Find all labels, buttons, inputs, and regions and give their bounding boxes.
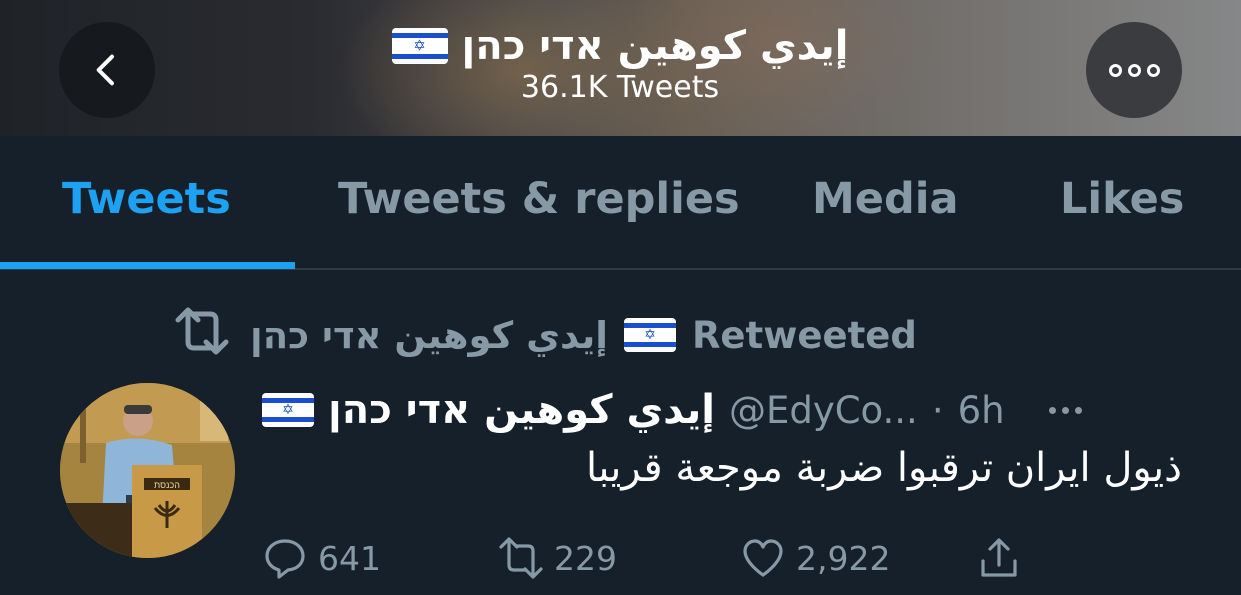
retweeted-label: Retweeted bbox=[691, 313, 917, 357]
retweet-icon bbox=[499, 537, 543, 579]
reply-button[interactable]: 641 bbox=[262, 530, 381, 586]
tweet-author-line: ✡ إيدي كوهين אדי כהן @EdyCo... · 6h bbox=[262, 378, 1182, 442]
tab-media[interactable]: Media bbox=[812, 174, 959, 230]
tab-tweets-and-replies[interactable]: Tweets & replies bbox=[338, 174, 740, 230]
share-button[interactable] bbox=[976, 530, 1022, 586]
tweet-more-icon[interactable] bbox=[1048, 406, 1082, 414]
israel-flag-icon: ✡ bbox=[623, 318, 676, 352]
like-count: 2,922 bbox=[796, 538, 891, 578]
reply-icon bbox=[265, 539, 305, 579]
back-button[interactable] bbox=[59, 22, 155, 118]
retweet-icon bbox=[170, 306, 234, 365]
profile-header: ✡ إيدي كوهين אדי כהן 36.1K Tweets bbox=[0, 0, 1241, 136]
heart-icon bbox=[743, 539, 783, 577]
israel-flag-icon: ✡ bbox=[262, 393, 314, 427]
avatar-sign-text: הכנסת bbox=[154, 480, 180, 490]
profile-name: إيدي كوهين אדי כהן bbox=[461, 23, 849, 69]
chevron-left-icon bbox=[96, 54, 114, 86]
tab-tweets[interactable]: Tweets bbox=[62, 174, 231, 230]
separator-dot: · bbox=[931, 388, 944, 432]
tweet-author-handle[interactable]: @EdyCo... bbox=[729, 389, 918, 432]
retweet-count: 229 bbox=[554, 538, 617, 578]
more-horizontal-icon bbox=[1108, 63, 1160, 77]
profile-tabs: Tweets Tweets & replies Media Likes bbox=[0, 136, 1241, 270]
tweet-count: 36.1K Tweets bbox=[520, 70, 720, 105]
reply-count: 641 bbox=[318, 538, 381, 578]
avatar[interactable]: הכנסת bbox=[60, 383, 235, 558]
active-tab-indicator bbox=[0, 262, 295, 269]
share-icon bbox=[981, 538, 1017, 577]
retweeter-name: إيدي كوهين אדי כהן bbox=[250, 313, 608, 357]
profile-title: ✡ إيدي كوهين אדי כהן bbox=[360, 20, 880, 72]
tweet-timestamp[interactable]: 6h bbox=[958, 389, 1005, 432]
tab-likes[interactable]: Likes bbox=[1060, 174, 1184, 230]
retweet-context[interactable]: إيدي كوهين אדי כהן ✡ Retweeted bbox=[170, 305, 917, 365]
tweet-author-name[interactable]: إيدي كوهين אדי כהן bbox=[328, 387, 715, 433]
israel-flag-icon: ✡ bbox=[391, 28, 448, 64]
tweet-text: ذيول ايران ترقبوا ضربة موجعة قريبا bbox=[586, 445, 1182, 491]
tweet-actions: 641 229 2,922 bbox=[262, 530, 1062, 586]
more-options-button[interactable] bbox=[1086, 22, 1182, 118]
like-button[interactable]: 2,922 bbox=[740, 530, 890, 586]
retweet-button[interactable]: 229 bbox=[498, 530, 617, 586]
